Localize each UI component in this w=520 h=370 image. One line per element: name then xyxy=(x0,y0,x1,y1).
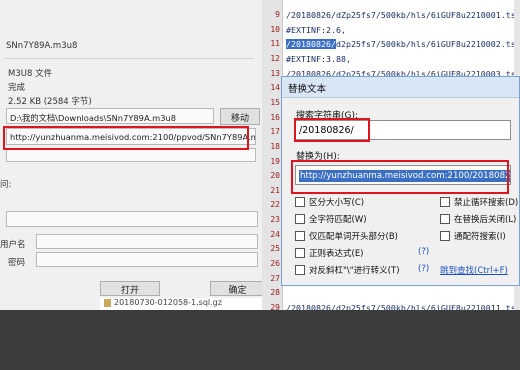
option-escape-backslash[interactable]: 对反斜杠"\"进行转义(T) xyxy=(295,264,400,276)
file-list-strip: 20180730-012058-1.sql.gz xyxy=(100,298,262,310)
file-name: SNn7Y89A.m3u8 xyxy=(6,41,78,51)
line-number-gutter: 9 10 11 12 13 14 15 16 17 18 19 20 21 22 23 24 25 26 27 28 2… xyxy=(262,0,283,310)
checkbox-icon[interactable] xyxy=(295,197,305,207)
checkbox-icon[interactable] xyxy=(295,231,305,241)
selected-text: /20180826/ xyxy=(286,39,336,50)
line-number: 12 xyxy=(270,53,280,63)
auth-input[interactable] xyxy=(6,211,258,227)
line-number: 14 xyxy=(270,83,280,93)
replace-input[interactable]: http://yunzhuanma.meisivod.com:2100/2018… xyxy=(295,165,511,185)
option-regex[interactable]: 正则表达式(E) xyxy=(295,247,364,259)
line-number: 27 xyxy=(270,273,280,283)
file-properties-dialog: SNn7Y89A.m3u8 M3U8 文件 完成 2.52 KB (2584 字… xyxy=(0,0,262,310)
checkbox-icon[interactable] xyxy=(440,197,450,207)
password-input[interactable] xyxy=(36,252,258,267)
option-case-sensitive[interactable]: 区分大小写(C) xyxy=(295,196,364,208)
checkbox-icon[interactable] xyxy=(295,265,305,275)
jump-to-find-link[interactable]: 跳到查找(Ctrl+F) xyxy=(440,264,508,276)
file-type: M3U8 文件 xyxy=(8,69,53,79)
regex-help-link[interactable]: (?) xyxy=(418,247,429,257)
auth-section-label: 问: xyxy=(0,180,12,190)
line-number: 29 xyxy=(270,303,280,310)
archive-file-icon xyxy=(104,299,111,307)
password-label: 密码 xyxy=(8,258,26,268)
editor-line[interactable]: /20180826/dZp25fs7/500kb/hls/6iGUF8u2210… xyxy=(286,10,516,20)
line-number: 15 xyxy=(270,97,280,107)
dialog-title: 替换文本 xyxy=(288,84,327,95)
line-number: 26 xyxy=(270,259,280,269)
move-button[interactable]: 移动 xyxy=(220,108,260,125)
editor-line-text: d2p25fs7/500kb/hls/6iGUF8u2210002.ts xyxy=(335,39,516,50)
option-wildcard[interactable]: 通配符搜索(I) xyxy=(440,230,506,242)
search-input[interactable]: /20180826/ xyxy=(295,120,511,140)
open-button[interactable]: 打开 xyxy=(100,281,160,296)
option-no-loop[interactable]: 禁止循环搜索(D) xyxy=(440,196,518,208)
dialog-titlebar[interactable]: 替换文本 xyxy=(282,77,519,98)
option-close-after-replace[interactable]: 在替换后关闭(L) xyxy=(440,213,516,225)
line-number: 9 xyxy=(275,10,280,19)
file-size: 2.52 KB (2584 字节) xyxy=(8,97,92,107)
checkbox-icon[interactable] xyxy=(295,214,305,224)
line-number: 24 xyxy=(270,229,280,239)
file-list-item[interactable]: 20180730-012058-1.sql.gz xyxy=(114,298,222,307)
line-number: 10 xyxy=(270,24,280,34)
line-number: 18 xyxy=(270,141,280,151)
file-path-field[interactable]: D:\我的文档\Downloads\SNn7Y89A.m3u8 xyxy=(6,108,214,124)
line-number: 13 xyxy=(270,68,280,78)
username-input[interactable] xyxy=(36,234,258,249)
line-number: 25 xyxy=(270,244,280,254)
checkbox-icon[interactable] xyxy=(295,248,305,258)
secondary-field[interactable] xyxy=(6,148,256,162)
line-number: 22 xyxy=(270,200,280,210)
checkbox-icon[interactable] xyxy=(440,214,450,224)
line-number: 16 xyxy=(270,112,280,122)
editor-line[interactable]: #EXTINF:2.6, xyxy=(286,25,346,35)
line-number: 23 xyxy=(270,215,280,225)
line-number: 28 xyxy=(270,288,280,298)
editor-line[interactable]: #EXTINF:3.88, xyxy=(286,54,351,64)
line-number: 19 xyxy=(270,156,280,166)
line-number: 11 xyxy=(270,39,280,49)
username-label: 用户名 xyxy=(0,240,26,250)
ok-button[interactable]: 确定 xyxy=(210,281,262,296)
escape-help-link[interactable]: (?) xyxy=(418,264,429,274)
replace-label: 替换为(H): xyxy=(296,152,340,162)
editor-line[interactable]: /20180826/d2p25fs7/500kb/hls/6iGUF8u2210… xyxy=(286,39,516,50)
line-number: 20 xyxy=(270,171,280,181)
editor-line[interactable]: /20180826/d2p25fs7/500kb/hls/6iGUF8u2210… xyxy=(286,303,516,310)
checkbox-icon[interactable] xyxy=(440,231,450,241)
line-number: 17 xyxy=(270,127,280,137)
option-whole-word[interactable]: 全字符匹配(W) xyxy=(295,213,367,225)
download-status: 完成 xyxy=(8,83,26,93)
replace-text-dialog: 替换文本 搜索字符串(G): /20180826/ 替换为(H): http:/… xyxy=(281,76,520,286)
line-number: 21 xyxy=(270,185,280,195)
divider xyxy=(4,58,254,59)
url-field[interactable]: http://yunzhuanma.meisivod.com:2100/ppvo… xyxy=(6,128,256,145)
replace-input-selected-text: http://yunzhuanma.meisivod.com:2100/2018… xyxy=(299,170,510,182)
option-word-start[interactable]: 仅匹配单词开头部分(B) xyxy=(295,230,398,242)
